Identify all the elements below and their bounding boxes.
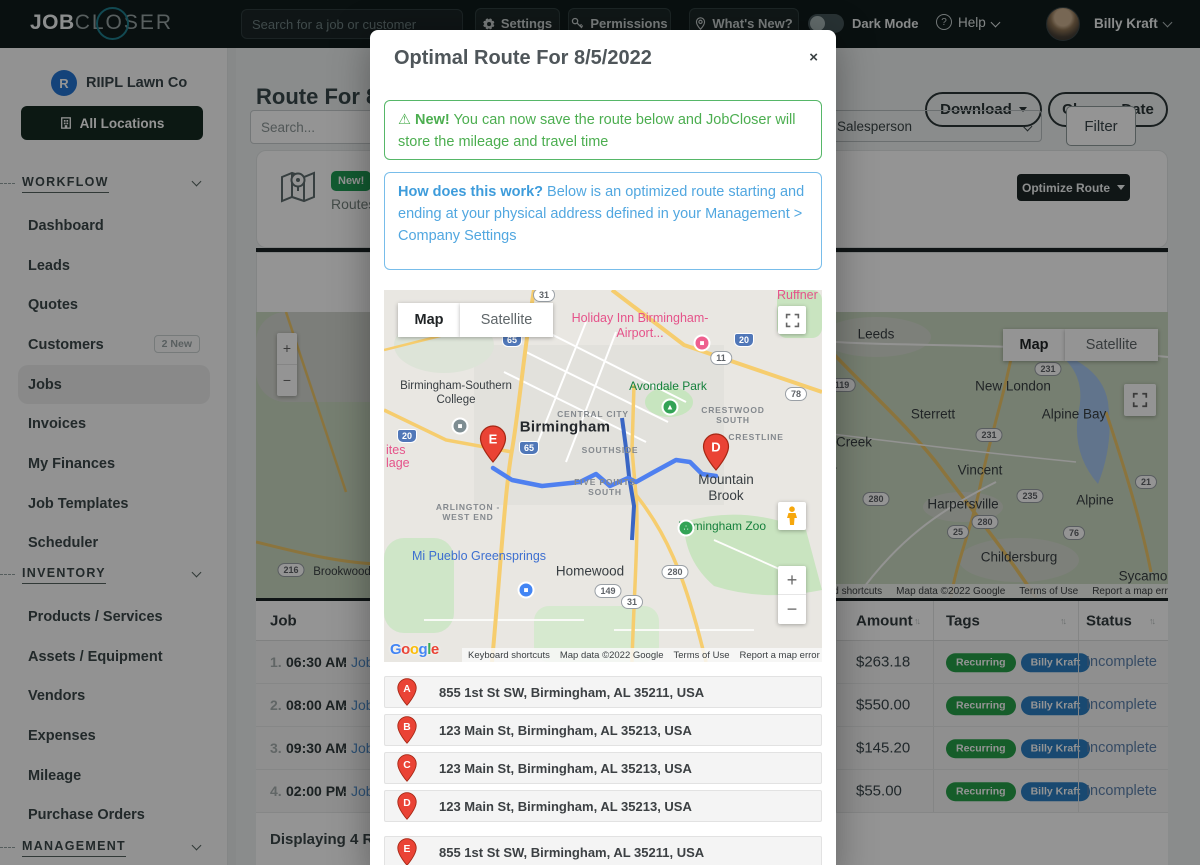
poi-marker-icon: ■ — [452, 418, 469, 435]
route-stop-row[interactable]: A 855 1st St SW, Birmingham, AL 35211, U… — [384, 676, 822, 708]
map-label: 31 — [533, 290, 555, 302]
map-zoom-control[interactable]: + − — [778, 566, 806, 624]
map-label: Mountain Brook — [686, 472, 766, 504]
map-label: 78 — [785, 387, 807, 401]
map-label: ARLINGTON - WEST END — [424, 502, 512, 522]
svg-text:E: E — [489, 432, 498, 447]
stop-pin-icon: D — [397, 792, 417, 820]
stop-pin-icon: A — [397, 678, 417, 706]
zoom-in-button[interactable]: + — [778, 566, 806, 595]
close-icon[interactable]: × — [809, 50, 818, 65]
map-label: Homewood — [556, 564, 624, 579]
route-stops-list: A 855 1st St SW, Birmingham, AL 35211, U… — [370, 676, 836, 865]
route-stop-pin[interactable]: E — [480, 425, 507, 468]
map-label: Mi Pueblo Greensprings — [412, 549, 546, 563]
alert-text: You can now save the route below and Job… — [398, 112, 796, 150]
stop-address: 855 1st St SW, Birmingham, AL 35211, USA — [439, 685, 704, 700]
attribution-terms[interactable]: Terms of Use — [674, 650, 730, 661]
map-label: 149 — [594, 584, 621, 598]
route-stop-row[interactable]: C 123 Main St, Birmingham, AL 35213, USA — [384, 752, 822, 784]
alert-bold: How does this work? — [398, 184, 543, 200]
google-logo[interactable]: Google — [390, 641, 439, 658]
zoom-out-button[interactable]: − — [778, 595, 806, 624]
poi-marker-icon: ∴ — [678, 520, 695, 537]
google-logo-letter: o — [410, 641, 419, 658]
svg-text:E: E — [404, 844, 411, 855]
poi-glyph: ∴ — [683, 524, 688, 532]
map-label: ites — [386, 443, 405, 457]
svg-text:B: B — [403, 722, 410, 733]
map-label: Avondale Park — [629, 379, 707, 393]
map-attribution: Keyboard shortcuts Map data ©2022 Google… — [462, 648, 822, 662]
svg-text:D: D — [403, 798, 410, 809]
google-logo-letter: G — [390, 641, 401, 658]
app-root: JOBCLOSER Settings Permissions What's Ne… — [0, 0, 1200, 865]
route-stop-pin[interactable]: D — [703, 433, 730, 476]
poi-marker-icon: ▲ — [662, 399, 679, 416]
map-label: CENTRAL CITY — [557, 409, 629, 419]
route-map[interactable]: Birmingham Mountain Brook Homewood Birmingh… — [384, 290, 822, 662]
map-fullscreen-button[interactable] — [778, 306, 806, 334]
stop-address: 123 Main St, Birmingham, AL 35213, USA — [439, 761, 692, 776]
poi-marker-icon: ■ — [694, 335, 711, 352]
route-stop-row[interactable]: E 855 1st St SW, Birmingham, AL 35211, U… — [384, 836, 822, 865]
stop-pin-icon: E — [397, 838, 417, 865]
new-feature-alert: ⚠ New! You can now save the route below … — [384, 100, 822, 160]
map-label: 20 — [397, 429, 417, 443]
map-label: Birmingham-Southern College — [394, 380, 519, 408]
route-stop-row[interactable]: B 123 Main St, Birmingham, AL 35213, USA — [384, 714, 822, 746]
google-logo-letter: e — [431, 641, 439, 658]
stop-address: 855 1st St SW, Birmingham, AL 35211, USA — [439, 845, 704, 860]
svg-text:C: C — [403, 760, 411, 771]
alert-bold: New! — [415, 112, 450, 128]
map-type-satellite-button[interactable]: Satellite — [460, 303, 553, 337]
pegman-icon — [785, 506, 799, 526]
map-label: Ruffner Mounta — [777, 290, 822, 302]
attribution-shortcuts[interactable]: Keyboard shortcuts — [468, 650, 550, 661]
attribution-data: Map data ©2022 Google — [560, 650, 664, 661]
map-label: CRESTWOOD SOUTH — [697, 405, 769, 425]
google-logo-letter: g — [419, 641, 428, 658]
map-label: CRESTLINE — [728, 432, 783, 442]
stop-pin-icon: B — [397, 716, 417, 744]
modal-title: Optimal Route For 8/5/2022 — [394, 47, 652, 70]
how-it-works-alert: How does this work? Below is an optimize… — [384, 172, 822, 270]
attribution-report[interactable]: Report a map error — [739, 650, 819, 661]
map-type-map-button[interactable]: Map — [398, 303, 460, 337]
poi-glyph: ■ — [700, 339, 705, 347]
map-label: 65 — [519, 441, 539, 455]
pegman-streetview-control[interactable] — [778, 502, 806, 530]
svg-text:A: A — [403, 684, 411, 695]
poi-glyph: ■ — [524, 586, 529, 594]
optimal-route-modal: Optimal Route For 8/5/2022 × ⚠ New! You … — [370, 30, 836, 865]
map-label: FIVE POINTS SOUTH — [571, 477, 639, 497]
map-label: 280 — [661, 565, 688, 579]
fullscreen-icon — [785, 313, 800, 328]
stop-address: 123 Main St, Birmingham, AL 35213, USA — [439, 799, 692, 814]
poi-glyph: ■ — [458, 422, 463, 430]
route-stop-row[interactable]: D 123 Main St, Birmingham, AL 35213, USA — [384, 790, 822, 822]
map-label: 20 — [734, 333, 754, 347]
map-label: 11 — [710, 351, 732, 365]
map-label: SOUTHSIDE — [582, 445, 639, 455]
warning-icon: ⚠ — [398, 112, 411, 128]
poi-marker-icon: ■ — [518, 582, 535, 599]
google-logo-letter: o — [401, 641, 410, 658]
svg-text:D: D — [711, 440, 720, 455]
map-label: Birmingham — [520, 419, 611, 436]
stop-address: 123 Main St, Birmingham, AL 35213, USA — [439, 723, 692, 738]
map-label: 31 — [621, 595, 643, 609]
poi-glyph: ▲ — [666, 403, 674, 411]
map-label: lage — [386, 456, 410, 470]
map-label: Holiday Inn Birmingham-Airport... — [565, 311, 715, 341]
stop-pin-icon: C — [397, 754, 417, 782]
